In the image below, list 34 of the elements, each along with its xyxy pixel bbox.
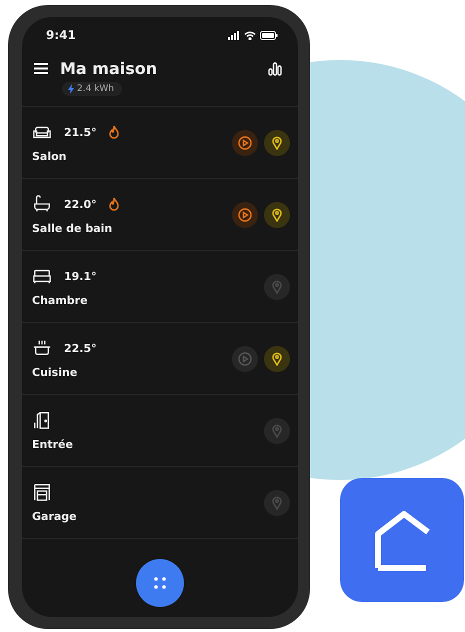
- lightbulb-button[interactable]: [264, 130, 290, 156]
- page-title: Ma maison: [60, 59, 158, 78]
- lightning-icon: [68, 84, 74, 94]
- room-name[interactable]: Garage: [32, 510, 264, 523]
- dots-grid-icon: [153, 576, 167, 590]
- room-name[interactable]: Chambre: [32, 294, 264, 307]
- room-name[interactable]: Salon: [32, 150, 232, 163]
- play-button[interactable]: [232, 202, 258, 228]
- play-circle-icon: [238, 136, 252, 150]
- status-time: 9:41: [46, 28, 76, 42]
- energy-reading: 2.4 kWh: [77, 84, 114, 94]
- play-circle-icon: [238, 208, 252, 222]
- signal-icon: [228, 30, 240, 40]
- lightbulb-button[interactable]: [264, 346, 290, 372]
- grid-menu-button[interactable]: [136, 559, 184, 607]
- play-circle-icon: [238, 352, 252, 366]
- temperature-reading: 22.0°: [64, 198, 97, 210]
- play-button[interactable]: [232, 346, 258, 372]
- temperature-reading: 19.1°: [64, 270, 97, 282]
- menu-icon[interactable]: [34, 63, 48, 74]
- cooking-pot-icon: [32, 338, 52, 358]
- wifi-icon: [244, 30, 256, 40]
- room-name[interactable]: Salle de bain: [32, 222, 232, 235]
- room-name[interactable]: Cuisine: [32, 366, 232, 379]
- lightbulb-button[interactable]: [264, 202, 290, 228]
- battery-icon: [260, 30, 278, 40]
- door-icon: [32, 410, 52, 430]
- bar-chart-icon[interactable]: [268, 62, 282, 76]
- play-button[interactable]: [232, 130, 258, 156]
- room-name[interactable]: Entrée: [32, 438, 264, 451]
- garage-icon: [32, 482, 52, 502]
- temperature-reading: 21.5°: [64, 126, 97, 138]
- temperature-reading: 22.5°: [64, 342, 97, 354]
- bathtub-icon: [32, 194, 52, 214]
